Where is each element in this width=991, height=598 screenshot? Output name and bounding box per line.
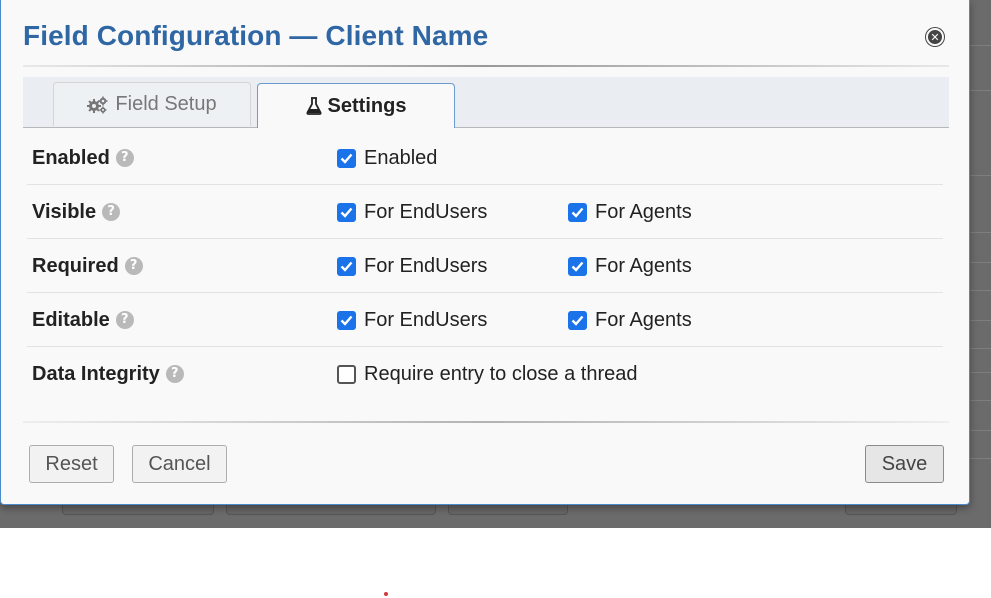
checkbox-unchecked-icon[interactable] bbox=[337, 364, 356, 384]
flask-icon bbox=[306, 97, 322, 115]
setting-row-editable: Editable ? For EndUsers For Agents bbox=[23, 293, 949, 347]
checkbox-label: For Agents bbox=[595, 254, 692, 277]
checkbox-label: Require entry to close a thread bbox=[364, 362, 638, 385]
row-label-text: Visible bbox=[32, 201, 97, 223]
checkbox-checked-icon[interactable] bbox=[337, 310, 356, 330]
row-label-text: Editable bbox=[32, 309, 110, 331]
required-agents-checkbox[interactable]: For Agents bbox=[568, 239, 692, 293]
checkbox-checked-icon[interactable] bbox=[337, 202, 356, 222]
checkbox-label: Enabled bbox=[364, 146, 438, 169]
row-label-text: Enabled bbox=[32, 147, 110, 169]
setting-row-enabled: Enabled ? Enabled bbox=[23, 131, 949, 185]
reset-button[interactable]: Reset bbox=[29, 445, 114, 483]
checkbox-checked-icon[interactable] bbox=[337, 148, 356, 168]
row-label: Data Integrity ? bbox=[32, 347, 184, 401]
tab-label: Settings bbox=[327, 94, 407, 117]
save-button[interactable]: Save bbox=[865, 445, 944, 483]
checkbox-checked-icon[interactable] bbox=[568, 310, 587, 330]
tab-field-setup[interactable]: Field Setup bbox=[53, 82, 251, 126]
checkbox-label: For EndUsers bbox=[364, 254, 488, 277]
row-label: Editable ? bbox=[32, 293, 134, 347]
title-divider bbox=[23, 65, 949, 67]
question-circle-icon[interactable]: ? bbox=[165, 365, 184, 383]
question-circle-icon[interactable]: ? bbox=[115, 311, 134, 329]
gears-icon bbox=[87, 96, 109, 114]
question-circle-icon[interactable]: ? bbox=[124, 257, 143, 275]
cursor-dot bbox=[384, 592, 388, 596]
row-label-text: Data Integrity bbox=[32, 363, 160, 385]
visible-agents-checkbox[interactable]: For Agents bbox=[568, 185, 692, 239]
tab-bar: Field Setup Settings bbox=[23, 77, 949, 128]
setting-row-data-integrity: Data Integrity ? Require entry to close … bbox=[23, 347, 949, 401]
checkbox-label: For Agents bbox=[595, 308, 692, 331]
question-circle-icon[interactable]: ? bbox=[102, 203, 121, 221]
field-configuration-dialog: Field Configuration — Client Name ✕ Fiel… bbox=[0, 0, 970, 505]
checkbox-label: For EndUsers bbox=[364, 200, 488, 223]
row-label: Visible ? bbox=[32, 185, 121, 239]
footer-divider bbox=[23, 421, 949, 423]
checkbox-checked-icon[interactable] bbox=[568, 202, 587, 222]
cancel-button[interactable]: Cancel bbox=[132, 445, 227, 483]
setting-row-visible: Visible ? For EndUsers For Agents bbox=[23, 185, 949, 239]
setting-row-required: Required ? For EndUsers For Agents bbox=[23, 239, 949, 293]
tab-label: Field Setup bbox=[115, 93, 217, 115]
checkbox-label: For EndUsers bbox=[364, 308, 488, 331]
dialog-title: Field Configuration — Client Name bbox=[23, 20, 489, 51]
required-endusers-checkbox[interactable]: For EndUsers bbox=[337, 239, 487, 293]
question-circle-icon[interactable]: ? bbox=[115, 149, 134, 167]
editable-endusers-checkbox[interactable]: For EndUsers bbox=[337, 293, 487, 347]
row-label-text: Required bbox=[32, 255, 119, 277]
close-circle-icon[interactable]: ✕ bbox=[925, 27, 945, 47]
visible-endusers-checkbox[interactable]: For EndUsers bbox=[337, 185, 487, 239]
checkbox-checked-icon[interactable] bbox=[337, 256, 356, 276]
row-label: Enabled ? bbox=[32, 131, 134, 185]
tab-settings[interactable]: Settings bbox=[257, 83, 455, 128]
checkbox-label: For Agents bbox=[595, 200, 692, 223]
checkbox-checked-icon[interactable] bbox=[568, 256, 587, 276]
row-label: Required ? bbox=[32, 239, 143, 293]
enabled-checkbox[interactable]: Enabled bbox=[337, 131, 437, 185]
editable-agents-checkbox[interactable]: For Agents bbox=[568, 293, 692, 347]
require-entry-checkbox[interactable]: Require entry to close a thread bbox=[337, 347, 638, 401]
